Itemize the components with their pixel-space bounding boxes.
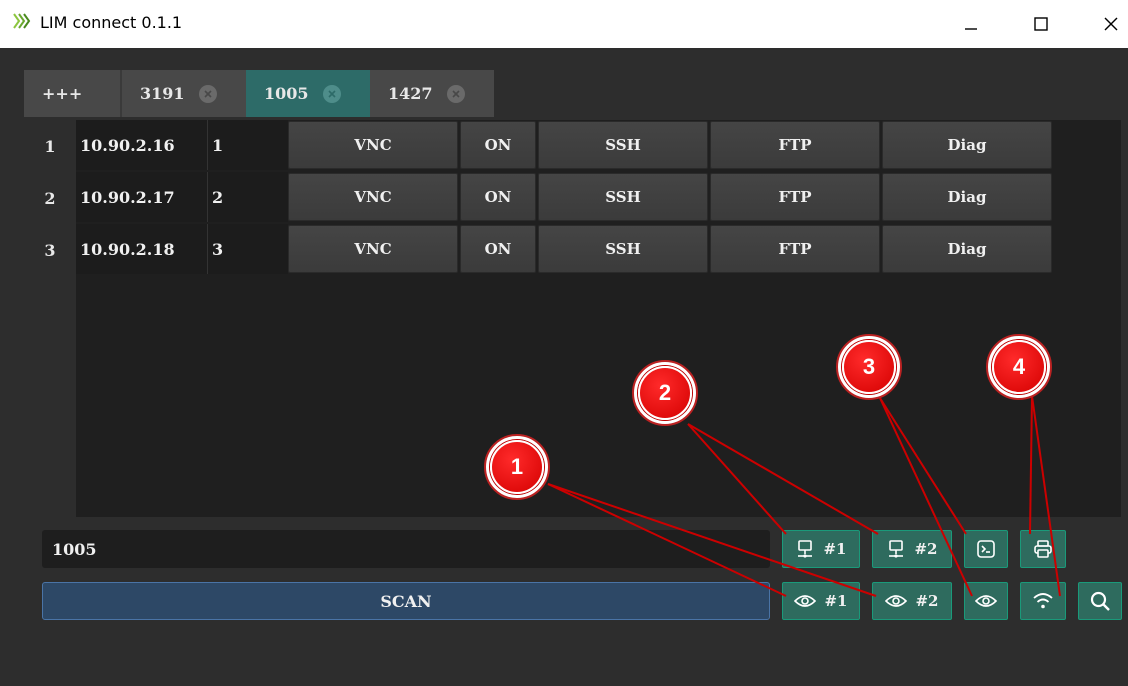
wifi-button[interactable] (1020, 582, 1066, 620)
tab-close-icon[interactable] (198, 84, 217, 103)
annotation-badge-2: 2 (632, 360, 698, 426)
on-button[interactable]: ON (460, 173, 536, 221)
tab-1005[interactable]: 1005 (246, 70, 370, 117)
diag-button[interactable]: Diag (882, 173, 1052, 221)
vnc-button[interactable]: VNC (288, 121, 458, 169)
device-table: 1 10.90.2.16 1 VNC ON SSH FTP Diag 2 10.… (24, 120, 1121, 517)
ip-cell: 10.90.2.16 (76, 120, 208, 170)
id-cell: 3 (208, 224, 288, 274)
row-number: 2 (24, 172, 76, 224)
row-header-strip (24, 276, 76, 517)
table-row: 2 10.90.2.17 2 VNC ON SSH FTP Diag (24, 172, 1054, 224)
annotation-badge-1: 1 (484, 434, 550, 500)
search-icon (1089, 590, 1111, 612)
scan-button[interactable]: SCAN (42, 582, 770, 620)
eye-icon (794, 593, 817, 609)
tab-bar: +++ 3191 1005 1427 (24, 70, 494, 117)
id-cell: 1 (208, 120, 288, 170)
minimize-button[interactable] (948, 0, 994, 48)
print-button[interactable] (1020, 530, 1066, 568)
printer-icon (1033, 539, 1053, 559)
title-bar: LIM connect 0.1.1 (0, 0, 1128, 48)
diag-button[interactable]: Diag (882, 225, 1052, 273)
vnc-button[interactable]: VNC (288, 173, 458, 221)
badge-number: 2 (638, 366, 692, 420)
tab-3191[interactable]: 3191 (122, 70, 246, 117)
view-1-button[interactable]: #1 (782, 582, 860, 620)
row-number: 1 (24, 120, 76, 172)
window-title: LIM connect 0.1.1 (40, 13, 183, 32)
tab-label: +++ (42, 84, 83, 103)
tab-add[interactable]: +++ (24, 70, 122, 117)
ip-cell: 10.90.2.17 (76, 172, 208, 222)
id-cell: 2 (208, 172, 288, 222)
table-row: 3 10.90.2.18 3 VNC ON SSH FTP Diag (24, 224, 1054, 276)
tab-label: 1427 (388, 84, 433, 103)
network-icon (795, 539, 815, 559)
app-logo-icon (12, 12, 34, 30)
ssh-button[interactable]: SSH (538, 121, 708, 169)
ssh-button[interactable]: SSH (538, 225, 708, 273)
annotation-badge-3: 3 (836, 334, 902, 400)
tab-close-icon[interactable] (322, 84, 341, 103)
network-2-button[interactable]: #2 (872, 530, 952, 568)
main-panel: +++ 3191 1005 1427 1 10.90.2.16 1 VNC ON… (0, 48, 1128, 686)
on-button[interactable]: ON (460, 121, 536, 169)
diag-button[interactable]: Diag (882, 121, 1052, 169)
badge-number: 1 (490, 440, 544, 494)
on-button[interactable]: ON (460, 225, 536, 273)
ssh-button[interactable]: SSH (538, 173, 708, 221)
tab-close-icon[interactable] (446, 84, 465, 103)
badge-number: 4 (992, 340, 1046, 394)
maximize-button[interactable] (1018, 0, 1064, 48)
terminal-button[interactable] (964, 530, 1008, 568)
badge-number: 3 (842, 340, 896, 394)
view-2-label: #2 (915, 592, 939, 610)
tab-1427[interactable]: 1427 (370, 70, 494, 117)
eye-icon (975, 593, 997, 609)
row-number: 3 (24, 224, 76, 276)
vnc-button[interactable]: VNC (288, 225, 458, 273)
view-2-button[interactable]: #2 (872, 582, 952, 620)
table-row: 1 10.90.2.16 1 VNC ON SSH FTP Diag (24, 120, 1054, 172)
close-button[interactable] (1088, 0, 1128, 48)
ip-cell: 10.90.2.18 (76, 224, 208, 274)
eye-icon (885, 593, 908, 609)
view-button[interactable] (964, 582, 1008, 620)
ftp-button[interactable]: FTP (710, 225, 880, 273)
view-1-label: #1 (824, 592, 848, 610)
tab-label: 3191 (140, 84, 185, 103)
network-1-button[interactable]: #1 (782, 530, 860, 568)
terminal-icon (976, 539, 996, 559)
network-1-label: #1 (823, 540, 847, 558)
annotation-badge-4: 4 (986, 334, 1052, 400)
tab-label: 1005 (264, 84, 309, 103)
wifi-icon (1032, 591, 1054, 611)
session-input[interactable]: 1005 (42, 530, 770, 568)
search-button[interactable] (1078, 582, 1122, 620)
network-icon (886, 539, 906, 559)
network-2-label: #2 (914, 540, 938, 558)
ftp-button[interactable]: FTP (710, 121, 880, 169)
ftp-button[interactable]: FTP (710, 173, 880, 221)
